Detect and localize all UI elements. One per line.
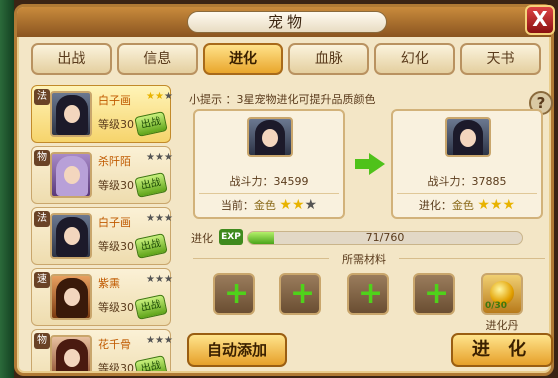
quality-prefix: 进化： [418,199,452,212]
star-rating: ★★★ [146,91,173,102]
material-slot[interactable]: + [347,273,389,315]
evolve-progress: 进化 EXP 71/760 [189,229,549,247]
pet-level: 等级30 [98,301,134,314]
star-rating: ★★★ [146,213,173,224]
evolve-pill-item[interactable]: 0/30 [481,273,523,315]
quality-prefix: 当前： [220,199,254,212]
tab-bar: 出战 信息 进化 血脉 幻化 天书 [31,43,541,77]
star-rating: ★★★ [146,152,173,163]
star-rating: ★★★ [146,335,173,346]
pet-name: 花千骨 [98,338,131,351]
current-pet-card: 战斗力：34599 当前：金色 ★★★ [193,109,345,219]
material-slot[interactable]: + [213,273,255,315]
plus-icon: + [290,276,316,311]
pet-list-item[interactable]: 法 白子画 ★★★ 等级30 出战 [31,85,173,143]
pet-level: 等级30 [98,179,134,192]
quality-value: 金色 [253,199,276,212]
pet-list-item[interactable]: 物 花千骨 ★★★ 等级30 出战 [31,329,173,371]
pet-avatar [50,274,92,320]
star-icon: ★ [304,197,318,213]
pet-list-item[interactable]: 速 紫熏 ★★★ 等级30 出战 [31,268,173,326]
tab-transform[interactable]: 幻化 [374,43,456,75]
tab-book[interactable]: 天书 [460,43,541,75]
item-label: 进化丹 [485,319,519,332]
tab-evolve[interactable]: 进化 [202,43,284,75]
item-count: 0/30 [485,301,508,311]
pet-avatar [50,213,92,259]
plus-icon: + [424,276,450,311]
decorative-chain [0,0,14,378]
star-icon: ★ [291,197,305,213]
pet-level: 等级30 [98,362,134,371]
tab-bloodline[interactable]: 血脉 [288,43,370,75]
evolve-button[interactable]: 进 化 [451,333,553,367]
deploy-badge: 出战 [134,233,168,259]
pet-name: 白子画 [98,216,131,229]
material-slot[interactable]: + [279,273,321,315]
combat-power: 战斗力：37885 [427,175,507,188]
tab-info[interactable]: 信息 [116,43,198,75]
pet-name: 杀阡陌 [98,155,131,168]
pet-type-badge: 法 [34,211,50,227]
arrow-right-icon [355,153,385,175]
quality-value: 金色 [451,199,474,212]
tip-text: 小提示 ：3星宠物进化可提升品质颜色 [189,93,376,106]
materials-header: 所需材料 [329,251,399,267]
pet-type-badge: 速 [34,272,50,288]
star-icon: ★ [502,197,516,213]
pet-panel: 宠物 X 出战 信息 进化 血脉 幻化 天书 法 白子画 ★★★ 等级30 出战… [14,4,555,376]
combat-power: 战斗力：34599 [229,175,309,188]
exp-badge: EXP [219,229,243,245]
pet-list-item[interactable]: 法 白子画 ★★★ 等级30 出战 [31,207,173,265]
plus-icon: + [358,276,384,311]
star-rating: ★★★ [146,274,173,285]
progress-text: 71/760 [365,231,405,244]
deploy-badge: 出战 [134,111,168,137]
title-bar: 宠物 [17,7,551,37]
pet-list-item[interactable]: 物 杀阡陌 ★★★ 等级30 出战 [31,146,173,204]
pet-type-badge: 物 [34,333,50,349]
pet-type-badge: 物 [34,150,50,166]
tab-deploy[interactable]: 出战 [31,43,112,75]
deploy-badge: 出战 [134,355,168,371]
star-icon: ★ [279,197,292,213]
evolved-pet-card: 战斗力：37885 进化：金色 ★★★ [391,109,543,219]
deploy-badge: 出战 [134,172,168,198]
star-icon: ★ [477,197,490,213]
pet-name: 紫熏 [98,277,120,290]
star-icon: ★ [489,197,503,213]
deploy-badge: 出战 [134,294,168,320]
quality-row: 进化：金色 ★★★ [397,193,537,215]
pet-list[interactable]: 法 白子画 ★★★ 等级30 出战 物 杀阡陌 ★★★ 等级30 出战 法 白子… [31,85,173,371]
game-window: 宠物 X 出战 信息 进化 血脉 幻化 天书 法 白子画 ★★★ 等级30 出战… [0,0,558,378]
pet-level: 等级30 [98,240,134,253]
pet-avatar [50,91,92,137]
auto-add-button[interactable]: 自动添加 [187,333,287,367]
progress-label: 进化 [191,232,213,245]
quality-row: 当前：金色 ★★★ [199,193,339,215]
pet-avatar [50,152,92,198]
close-button[interactable]: X [525,5,555,35]
pet-name: 白子画 [98,94,131,107]
pet-avatar [247,117,293,157]
material-slot[interactable]: + [413,273,455,315]
pet-avatar [50,335,92,371]
pet-avatar [445,117,491,157]
pet-level: 等级30 [98,118,134,131]
window-title: 宠物 [187,11,387,33]
pet-type-badge: 法 [34,89,50,105]
plus-icon: + [224,276,250,311]
